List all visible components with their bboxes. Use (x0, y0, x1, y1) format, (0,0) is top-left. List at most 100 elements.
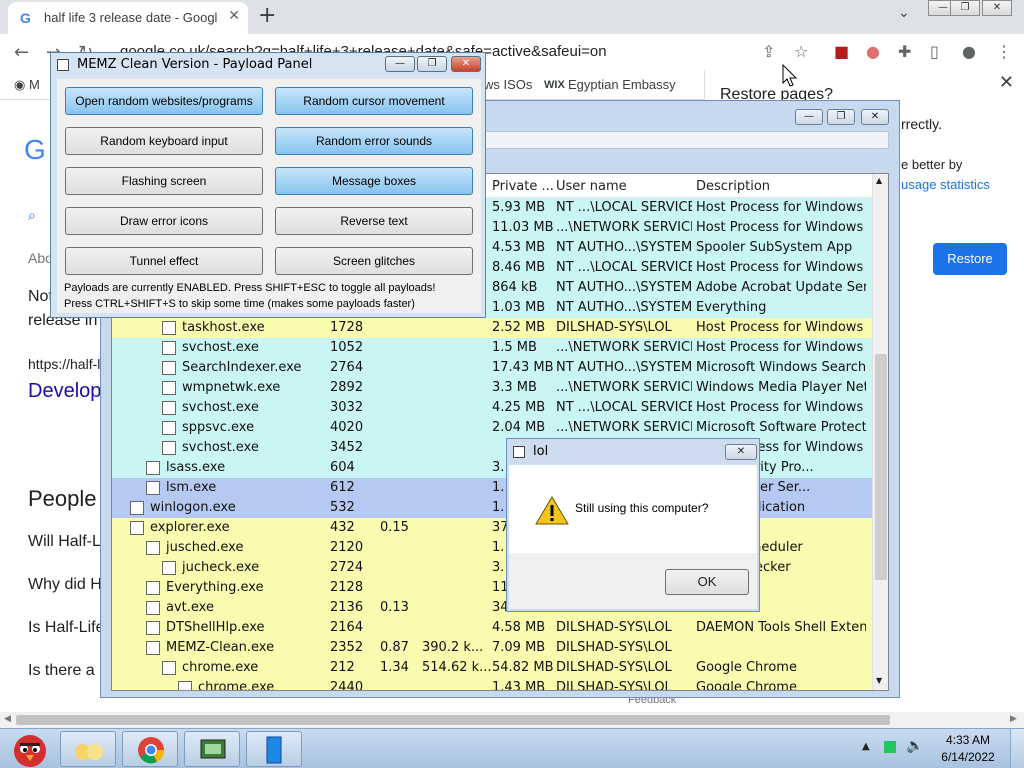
maximize-button[interactable]: ❐ (417, 56, 447, 72)
process-private-bytes: 4.58 MB (492, 620, 546, 635)
payload-toggle-button[interactable]: Random keyboard input (65, 127, 263, 155)
minimize-button[interactable]: — (385, 56, 415, 72)
process-row[interactable]: DTShellHlp.exe 2164 4.58 MB DILSHAD-SYS\LOL… (112, 618, 872, 638)
restore-button[interactable]: Restore (933, 243, 1007, 275)
profile-avatar-icon[interactable]: ● (962, 42, 976, 61)
process-pid: 2352 (330, 640, 364, 655)
scroll-left-icon[interactable]: ◀ (4, 714, 11, 724)
scroll-down-icon[interactable]: ▼ (876, 676, 882, 685)
side-panel-icon[interactable]: ▯ (930, 42, 939, 61)
browser-tab[interactable]: G half life 3 release date - Googl ✕ (8, 2, 248, 34)
ok-button[interactable]: OK (665, 569, 749, 595)
result-link[interactable]: Develop (28, 380, 101, 403)
dialog-title: lol (533, 444, 549, 459)
payload-toggle-button[interactable]: Tunnel effect (65, 247, 263, 275)
process-row[interactable]: svchost.exe 3032 4.25 MB NT ...\LOCAL SERVI… (112, 398, 872, 418)
memz-title: MEMZ Clean Version - Payload Panel (77, 57, 313, 72)
process-private-bytes: 4.25 MB (492, 400, 546, 415)
process-private-bytes: 2.04 MB (492, 420, 546, 435)
taskbar-app-chrome[interactable] (122, 731, 178, 767)
memz-app-icon (266, 736, 282, 764)
status-message: Payloads are currently ENABLED. Press SH… (64, 282, 436, 294)
close-window-button[interactable]: ✕ (982, 0, 1012, 16)
tab-close-icon[interactable]: ✕ (228, 8, 240, 24)
process-private-bytes: 54.82 MB (492, 660, 554, 675)
new-tab-button[interactable]: + (258, 3, 276, 28)
column-user-name[interactable]: User name (556, 179, 627, 194)
extension-flag-icon[interactable]: ● (866, 42, 880, 61)
taskbar-app-process-explorer[interactable] (184, 731, 240, 767)
process-row[interactable]: taskhost.exe 1728 2.52 MB DILSHAD-SYS\LOL Ho… (112, 318, 872, 338)
process-name: avt.exe (166, 600, 214, 615)
usage-statistics-link[interactable]: usage statistics (901, 177, 990, 192)
payload-toggle-button[interactable]: Reverse text (275, 207, 473, 235)
process-icon (162, 341, 176, 355)
process-icon (146, 601, 160, 615)
scroll-thumb[interactable] (875, 354, 887, 580)
process-user-name: NT ...\LOCAL SERVICE (556, 260, 692, 275)
close-button[interactable]: ✕ (725, 444, 757, 460)
extension-badge-icon[interactable]: ■ (834, 42, 849, 61)
process-pid: 2764 (330, 360, 364, 375)
network-icon[interactable] (884, 741, 896, 753)
process-row[interactable]: chrome.exe 212 1.34 514.62 k... 54.82 MB DILS… (112, 658, 872, 678)
process-private-bytes: 864 kB (492, 280, 538, 295)
search-tab-icon[interactable]: ⌕ (28, 207, 36, 224)
payload-toggle-button[interactable]: Random error sounds (275, 127, 473, 155)
bookmark-star-icon[interactable]: ☆ (794, 42, 808, 61)
faq-question[interactable]: Will Half-L (28, 533, 101, 551)
column-private-bytes[interactable]: Private ... (492, 179, 554, 194)
taskbar-app-folder[interactable] (60, 731, 116, 767)
show-hidden-icons-chevron-icon[interactable]: ▲ (862, 741, 870, 752)
scroll-right-icon[interactable]: ▶ (1010, 714, 1017, 724)
process-row[interactable]: MEMZ-Clean.exe 2352 0.87 390.2 k... 7.09 MB D… (112, 638, 872, 658)
payload-toggle-button[interactable]: Open random websites/programs (65, 87, 263, 115)
bookmark-item[interactable]: Egyptian Embassy (568, 77, 676, 92)
chrome-menu-icon[interactable]: ⋮ (996, 42, 1012, 61)
bookmark-item[interactable]: ws ISOs (484, 77, 532, 92)
extensions-puzzle-icon[interactable]: ✚ (898, 42, 911, 61)
payload-toggle-button[interactable]: Flashing screen (65, 167, 263, 195)
start-button-angry-bird-icon[interactable] (4, 729, 56, 768)
close-icon[interactable]: ✕ (999, 72, 1014, 93)
payload-toggle-button[interactable]: Draw error icons (65, 207, 263, 235)
faq-question[interactable]: Is there a (28, 662, 95, 680)
process-row[interactable]: wmpnetwk.exe 2892 3.3 MB ...\NETWORK SERVIC… (112, 378, 872, 398)
process-row[interactable]: svchost.exe 1052 1.5 MB ...\NETWORK SERVICE… (112, 338, 872, 358)
process-pid: 2120 (330, 540, 364, 555)
column-description[interactable]: Description (696, 179, 770, 194)
vertical-scrollbar[interactable]: ▲ ▼ (872, 174, 888, 690)
payload-toggle-button[interactable]: Random cursor movement (275, 87, 473, 115)
close-button[interactable]: ✕ (451, 56, 481, 72)
faq-question[interactable]: Why did H (28, 576, 102, 594)
volume-icon[interactable]: 🔈 (906, 738, 923, 754)
process-row[interactable]: SearchIndexer.exe 2764 17.43 MB NT AUTHO...… (112, 358, 872, 378)
share-icon[interactable]: ⇪ (762, 42, 775, 61)
clock[interactable]: 4:33 AM 6/14/2022 (934, 732, 1002, 766)
taskbar-app-memz[interactable] (246, 731, 302, 767)
faq-question[interactable]: Is Half-Life (28, 619, 104, 637)
show-desktop-button[interactable] (1010, 729, 1024, 768)
process-row[interactable]: sppsvc.exe 4020 2.04 MB ...\NETWORK SERVICE… (112, 418, 872, 438)
close-button[interactable]: ✕ (861, 109, 889, 125)
back-arrow-icon[interactable]: ← (14, 42, 29, 63)
process-icon (162, 361, 176, 375)
process-private-bytes: 7.09 MB (492, 640, 546, 655)
result-url[interactable]: https://half-l (28, 356, 100, 372)
payload-toggle-button[interactable]: Screen glitches (275, 247, 473, 275)
process-row[interactable]: chrome.exe 2440 1.43 MB DILSHAD-SYS\LOL Goog… (112, 678, 872, 690)
payload-toggle-button[interactable]: Message boxes (275, 167, 473, 195)
scroll-up-icon[interactable]: ▲ (876, 176, 882, 185)
maximize-button[interactable]: ❐ (827, 109, 855, 125)
process-icon (130, 501, 144, 515)
process-pid: 2892 (330, 380, 364, 395)
tab-search-chevron-icon[interactable]: ⌄ (898, 5, 910, 21)
minimize-button[interactable]: — (795, 109, 823, 125)
process-pid: 2128 (330, 580, 364, 595)
scroll-thumb[interactable] (16, 715, 890, 725)
restore-button[interactable]: ❐ (950, 0, 980, 16)
process-pid: 212 (330, 660, 355, 675)
bookmark-item[interactable]: ◉ M (14, 77, 40, 93)
horizontal-scrollbar[interactable]: ◀ ▶ (0, 712, 1024, 728)
process-icon (162, 401, 176, 415)
